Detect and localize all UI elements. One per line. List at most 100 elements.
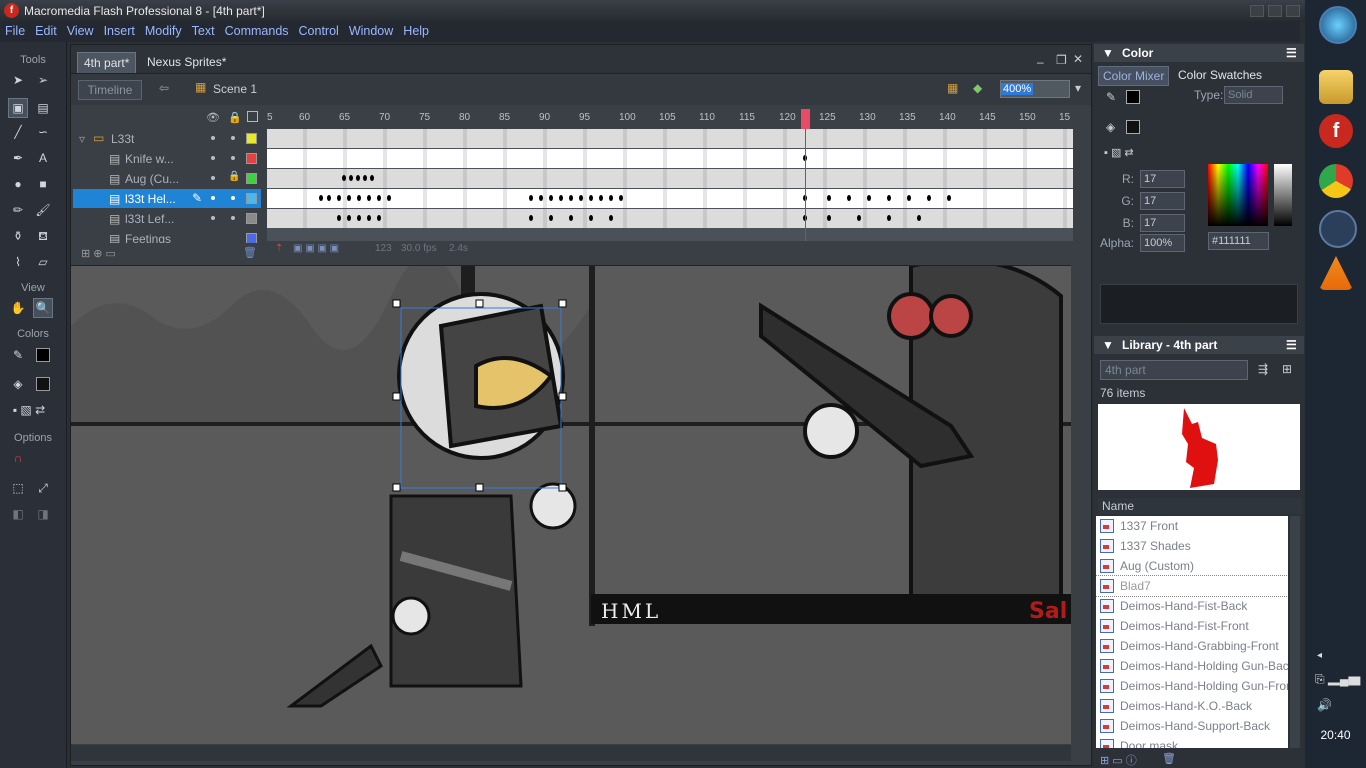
ink-bottle-tool-icon[interactable]: ⚱	[8, 226, 28, 246]
close-button[interactable]	[1286, 5, 1300, 17]
menu-window[interactable]: Window	[344, 22, 398, 40]
frame-row[interactable]	[267, 129, 1073, 148]
free-transform-tool-icon[interactable]: ▣	[8, 98, 28, 118]
list-item[interactable]: Deimos-Hand-Holding Gun-Back	[1096, 656, 1288, 676]
list-item[interactable]: Deimos-Hand-Fist-Front	[1096, 616, 1288, 636]
layer-row-selected[interactable]: ▤ l33t Hel... ✎	[73, 189, 261, 208]
rotate-skew-icon[interactable]: ⬚	[8, 478, 28, 498]
eye-icon[interactable]: 👁	[206, 111, 220, 124]
menu-modify[interactable]: Modify	[140, 22, 187, 40]
line-tool-icon[interactable]: ╱	[8, 122, 28, 142]
restore-button[interactable]	[1268, 5, 1282, 17]
scale-icon[interactable]: ⤢	[33, 478, 53, 498]
doc-minimize-icon[interactable]: –	[1037, 55, 1044, 69]
outline-icon[interactable]	[247, 111, 258, 122]
library-source-select[interactable]: 4th part	[1100, 360, 1248, 380]
list-item[interactable]: Aug (Custom)	[1096, 556, 1288, 576]
menu-commands[interactable]: Commands	[220, 22, 294, 40]
brush-tool-icon[interactable]: 🖌	[33, 200, 53, 220]
stroke-color-swatch[interactable]	[36, 348, 50, 362]
expand-icon[interactable]: ▿	[79, 132, 85, 146]
pen-tool-icon[interactable]: ✒	[8, 148, 28, 168]
fill-color-swatch[interactable]	[36, 377, 50, 391]
zoom-tool-icon[interactable]: 🔍	[33, 298, 53, 318]
eraser-tool-icon[interactable]: ▱	[33, 252, 53, 272]
r-field[interactable]: 17	[1140, 170, 1185, 188]
steam-icon[interactable]	[1319, 210, 1357, 248]
flash-taskbar-icon[interactable]: f	[1319, 114, 1353, 148]
layer-row[interactable]: ▤ Aug (Cu... 🔒	[73, 169, 261, 188]
list-item[interactable]: 1337 Shades	[1096, 536, 1288, 556]
menu-file[interactable]: File	[0, 22, 30, 40]
center-frame-icon[interactable]: ⇡	[275, 243, 283, 254]
tab-4th-part[interactable]: 4th part*	[77, 52, 137, 73]
oval-tool-icon[interactable]: ●	[8, 174, 28, 194]
zoom-field[interactable]: 400%	[1000, 80, 1070, 98]
doc-restore-icon[interactable]: ❐	[1056, 53, 1067, 67]
eyedropper-tool-icon[interactable]: ⌇	[8, 252, 28, 272]
vlc-icon[interactable]	[1319, 256, 1353, 290]
snap-magnet-icon[interactable]: ∩	[8, 448, 28, 468]
swap-colors-icon[interactable]: ▪ ▧ ⇄	[4, 400, 54, 420]
stroke-color-icon[interactable]: ✎	[8, 345, 28, 365]
subselection-tool-icon[interactable]: ➢	[33, 70, 53, 90]
stage-canvas[interactable]: HML Sal	[71, 265, 1071, 744]
new-library-icon[interactable]: ⇶	[1258, 362, 1268, 376]
tab-color-swatches[interactable]: Color Swatches	[1174, 66, 1266, 84]
library-scrollbar[interactable]	[1290, 516, 1300, 748]
brightness-slider[interactable]	[1274, 164, 1292, 226]
g-field[interactable]: 17	[1140, 192, 1185, 210]
rectangle-tool-icon[interactable]: ■	[33, 174, 53, 194]
list-item[interactable]: Deimos-Hand-Grabbing-Front	[1096, 636, 1288, 656]
list-item[interactable]: Deimos-Hand-Holding Gun-Front	[1096, 676, 1288, 696]
menu-text[interactable]: Text	[187, 22, 220, 40]
list-item[interactable]: Door mask	[1096, 736, 1288, 748]
edit-symbols-icon[interactable]: ◆	[973, 81, 982, 95]
chrome-icon[interactable]	[1319, 164, 1353, 198]
taskbar-clock[interactable]: 20:40	[1305, 728, 1366, 742]
fill-swatch[interactable]	[1126, 120, 1140, 134]
list-item-focused[interactable]: Blad7	[1096, 575, 1288, 597]
list-item[interactable]: Deimos-Hand-Fist-Back	[1096, 596, 1288, 616]
text-tool-icon[interactable]: A	[33, 148, 53, 168]
volume-icon[interactable]: 🔊	[1317, 698, 1332, 712]
swap-fill-stroke-icon[interactable]: ▪ ▧ ⇄	[1104, 146, 1134, 159]
library-new-symbol-icon[interactable]: ⊞ ▭ ⓘ	[1100, 752, 1137, 768]
fill-color-icon[interactable]: ◈	[8, 374, 28, 394]
library-delete-icon[interactable]: 🗑	[1162, 752, 1176, 765]
tab-color-mixer[interactable]: Color Mixer	[1098, 66, 1170, 86]
stroke-pencil-icon[interactable]: ✎	[1106, 90, 1116, 104]
tab-nexus-sprites[interactable]: Nexus Sprites*	[141, 52, 232, 72]
paint-bucket-tool-icon[interactable]: ⛾	[33, 226, 53, 246]
playhead[interactable]	[801, 109, 810, 241]
color-spectrum[interactable]	[1208, 164, 1268, 226]
tray-icons[interactable]: ⎘ ▂▄▆	[1315, 672, 1360, 687]
frame-row[interactable]	[267, 149, 1073, 168]
hex-field[interactable]: #111111	[1208, 232, 1269, 250]
layer-row[interactable]: ▤ Knife w...	[73, 149, 261, 168]
zoom-dropdown-icon[interactable]: ▾	[1075, 81, 1081, 95]
back-arrow-icon[interactable]: ⇦	[159, 81, 169, 95]
stroke-swatch[interactable]	[1126, 90, 1140, 104]
lock-icon[interactable]: 🔒	[228, 171, 240, 182]
doc-close-icon[interactable]: ✕	[1073, 52, 1083, 66]
menu-edit[interactable]: Edit	[30, 22, 62, 40]
frame-row[interactable]	[267, 209, 1073, 228]
menu-control[interactable]: Control	[294, 22, 344, 40]
horizontal-scrollbar[interactable]	[71, 745, 1071, 761]
delete-layer-icon[interactable]: 🗑	[243, 246, 257, 259]
file-explorer-icon[interactable]	[1319, 70, 1353, 104]
menu-insert[interactable]: Insert	[99, 22, 140, 40]
envelope-icon[interactable]: ◨	[33, 504, 53, 524]
lock-icon[interactable]: 🔒	[228, 111, 242, 124]
list-item[interactable]: 1337 Front	[1096, 516, 1288, 536]
type-select[interactable]: Solid	[1224, 86, 1283, 104]
gradient-transform-tool-icon[interactable]: ▤	[33, 98, 53, 118]
start-orb-icon[interactable]	[1319, 6, 1357, 44]
b-field[interactable]: 17	[1140, 214, 1185, 232]
menu-help[interactable]: Help	[398, 22, 434, 40]
tray-expand-icon[interactable]: ◂	[1317, 650, 1322, 661]
hand-tool-icon[interactable]: ✋	[8, 298, 28, 318]
list-item[interactable]: Deimos-Hand-Support-Back	[1096, 716, 1288, 736]
lasso-tool-icon[interactable]: ∽	[33, 122, 53, 142]
